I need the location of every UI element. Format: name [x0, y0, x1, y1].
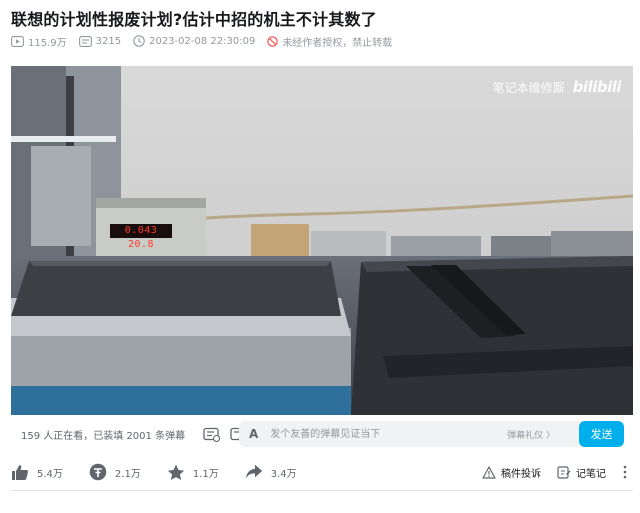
- watermark-channel: 笔记本维修厮: [492, 80, 565, 95]
- note-button[interactable]: 记笔记: [557, 465, 606, 480]
- share-count: 3.4万: [270, 468, 297, 480]
- action-toolbar: 5.4万 2.1万 1.1万 3.4万 稿件投诉 记笔记: [11, 460, 633, 484]
- coin-button[interactable]: 2.1万: [89, 463, 141, 481]
- danmaku-input-box[interactable]: A 弹幕礼仪 〉: [239, 421, 597, 447]
- pubdate: 2023-02-08 22:30:09: [149, 35, 256, 47]
- danmaku-count: 3215: [95, 35, 122, 47]
- play-count-icon: [11, 35, 24, 47]
- divider: [11, 490, 633, 491]
- danmaku-bar: 159 人正在看，已装填 2001 条弹幕 A 弹幕礼仪 〉: [11, 421, 633, 447]
- more-vertical-icon: [623, 465, 627, 479]
- danmaku-etiquette-link[interactable]: 弹幕礼仪 〉: [507, 428, 555, 441]
- power-supply-display: 0.043 20.8: [110, 224, 172, 250]
- like-button[interactable]: 5.4万: [11, 464, 63, 481]
- views-count: 115.9万: [28, 37, 67, 49]
- danmaku-count-icon: [78, 35, 92, 47]
- coin-count: 2.1万: [114, 468, 141, 480]
- note-label: 记笔记: [576, 468, 606, 480]
- toolbar-right: 稿件投诉 记笔记: [466, 460, 633, 484]
- favorite-button[interactable]: 1.1万: [167, 464, 219, 481]
- coin-icon: [89, 463, 107, 481]
- video-player[interactable]: 0.043 20.8 笔记本维修厮 bilibili: [11, 66, 633, 415]
- watermark: 笔记本维修厮 bilibili: [492, 78, 622, 96]
- danmaku-style-icon[interactable]: A: [249, 427, 258, 441]
- danmaku-input[interactable]: [268, 427, 508, 441]
- video-meta: 115.9万 3215 2023-02-08 22:30:09 未经作者授权，禁…: [11, 33, 404, 49]
- like-count: 5.4万: [37, 468, 63, 480]
- report-button[interactable]: 稿件投诉: [482, 465, 541, 480]
- more-menu-button[interactable]: [622, 465, 633, 479]
- copyright-text: 未经作者授权，禁止转载: [282, 37, 393, 49]
- prohibited-icon: [267, 35, 279, 47]
- bilibili-logo: bilibili: [572, 78, 622, 96]
- share-button[interactable]: 3.4万: [245, 464, 297, 480]
- note-icon: [557, 465, 571, 479]
- pubdate-stat: 2023-02-08 22:30:09: [133, 35, 255, 47]
- danmaku-toggle-icon[interactable]: [203, 427, 221, 442]
- star-icon: [167, 464, 185, 480]
- viewer-status: 159 人正在看，已装填 2001 条弹幕: [21, 430, 186, 442]
- share-arrow-icon: [245, 464, 262, 479]
- report-label: 稿件投诉: [501, 468, 541, 480]
- thumbs-up-icon: [12, 464, 29, 480]
- views-stat: 115.9万: [11, 34, 67, 49]
- copyright-notice: 未经作者授权，禁止转载: [267, 34, 392, 49]
- send-danmaku-button[interactable]: 发送: [579, 421, 624, 447]
- clock-icon: [133, 35, 145, 47]
- favorite-count: 1.1万: [192, 468, 219, 480]
- video-title: 联想的计划性报废计划?估计中招的机主不计其数了: [11, 10, 377, 29]
- warning-icon: [482, 465, 496, 479]
- danmaku-stat: 3215: [78, 35, 122, 47]
- video-frame: [11, 66, 633, 415]
